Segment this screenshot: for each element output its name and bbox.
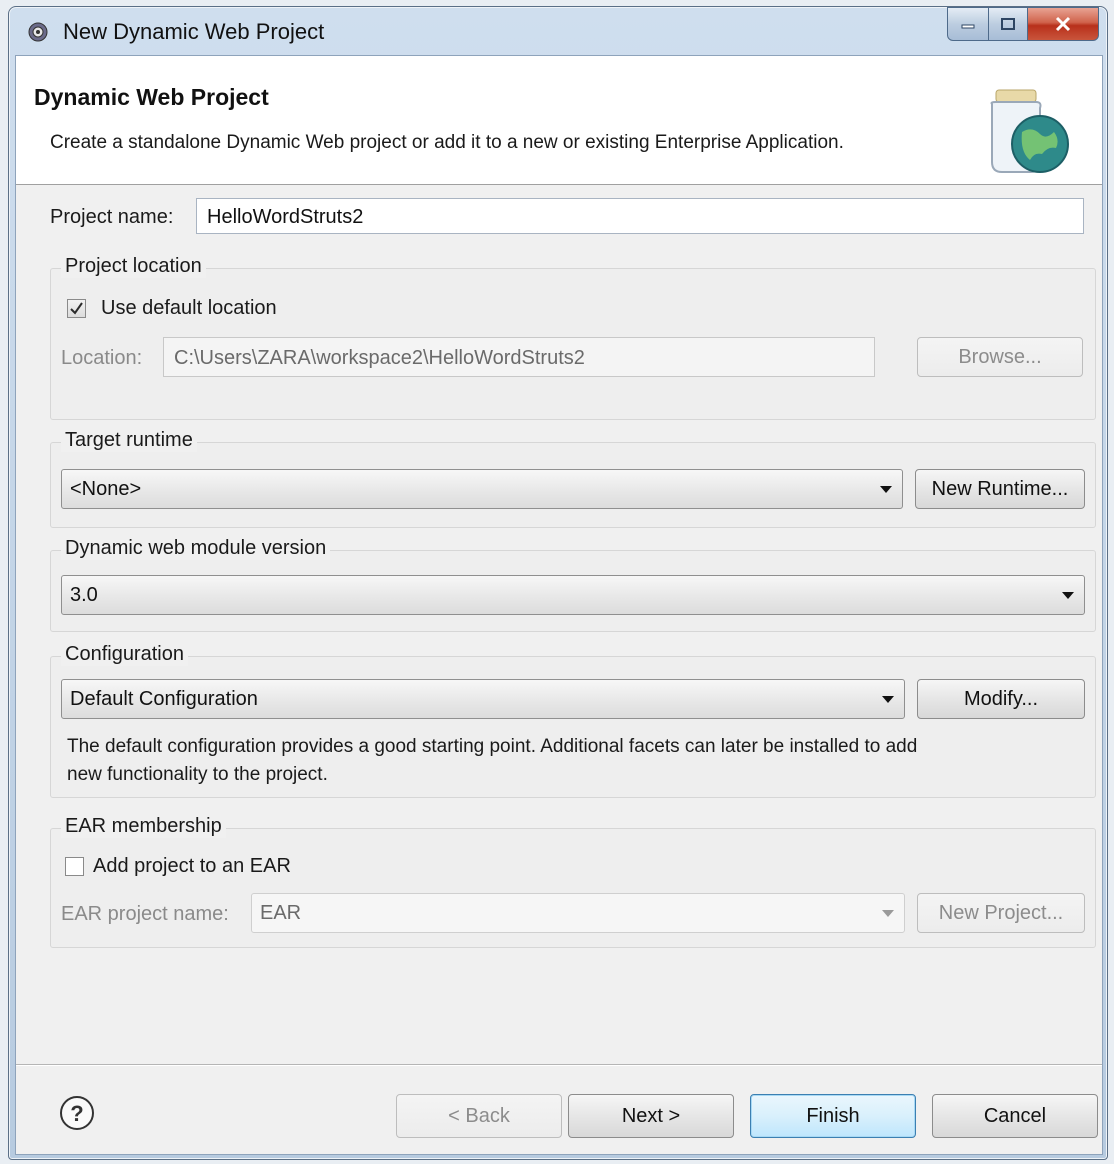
target-runtime-select[interactable]: <None> (61, 469, 903, 509)
project-location-title: Project location (61, 255, 206, 278)
minimize-icon (961, 24, 975, 29)
target-runtime-group: Target runtime <None> New Runtime... (50, 429, 1096, 528)
chevron-down-icon (882, 696, 894, 703)
browse-button[interactable]: Browse... (917, 337, 1083, 377)
add-to-ear-label[interactable]: Add project to an EAR (93, 855, 291, 878)
ear-project-name-select[interactable]: EAR (251, 893, 905, 933)
ear-membership-title: EAR membership (61, 815, 226, 838)
configuration-description-line2: new functionality to the project. (67, 764, 328, 785)
window-title: New Dynamic Web Project (63, 19, 325, 44)
module-version-value: 3.0 (70, 584, 98, 606)
modify-button[interactable]: Modify... (917, 679, 1085, 719)
dialog-client-area: Dynamic Web Project Create a standalone … (15, 55, 1103, 1155)
project-name-input[interactable]: HelloWordStruts2 (196, 198, 1084, 234)
project-name-label: Project name: (50, 206, 174, 228)
close-icon (1055, 16, 1071, 32)
ear-project-name-value: EAR (260, 902, 302, 924)
help-glyph: ? (70, 1101, 83, 1126)
caption-buttons (947, 7, 1099, 41)
configuration-group: Configuration Default Configuration Modi… (50, 643, 1096, 798)
banner-description: Create a standalone Dynamic Web project … (50, 132, 844, 153)
dialog-window: New Dynamic Web Project Dynamic Web Proj… (8, 6, 1108, 1160)
help-circle-icon[interactable]: ? (58, 1094, 96, 1132)
next-button[interactable]: Next > (568, 1094, 734, 1138)
close-button[interactable] (1028, 7, 1099, 41)
project-location-group: Project location Use default location Lo… (50, 255, 1096, 420)
cancel-button[interactable]: Cancel (932, 1094, 1098, 1138)
new-runtime-button[interactable]: New Runtime... (915, 469, 1085, 509)
web-project-jar-globe-icon (990, 89, 1069, 173)
chevron-down-icon (1062, 592, 1074, 599)
footer-separator-highlight (16, 1065, 1102, 1066)
configuration-description-line1: The default configuration provides a goo… (67, 736, 918, 757)
eclipse-gear-icon (28, 22, 48, 42)
maximize-icon (1001, 18, 1015, 30)
use-default-location-checkbox[interactable] (67, 299, 86, 318)
ear-project-name-label: EAR project name: (61, 903, 229, 925)
maximize-button[interactable] (989, 7, 1028, 41)
new-ear-project-button[interactable]: New Project... (917, 893, 1085, 933)
wizard-banner: Dynamic Web Project Create a standalone … (16, 56, 1102, 185)
module-version-title: Dynamic web module version (61, 537, 331, 560)
module-version-group: Dynamic web module version 3.0 (50, 537, 1096, 632)
add-to-ear-checkbox[interactable] (65, 857, 84, 876)
target-runtime-value: <None> (70, 478, 142, 500)
module-version-select[interactable]: 3.0 (61, 575, 1085, 615)
chevron-down-icon (880, 486, 892, 493)
configuration-value: Default Configuration (70, 688, 258, 710)
checkmark-icon (70, 302, 83, 315)
title-bar[interactable]: New Dynamic Web Project (9, 7, 1107, 55)
ear-membership-group: EAR membership Add project to an EAR EAR… (50, 815, 1096, 948)
use-default-location-label[interactable]: Use default location (101, 297, 277, 320)
configuration-title: Configuration (61, 643, 188, 666)
back-button[interactable]: < Back (396, 1094, 562, 1138)
minimize-button[interactable] (947, 7, 989, 41)
location-label: Location: (61, 347, 143, 369)
chevron-down-icon (882, 910, 894, 917)
configuration-select[interactable]: Default Configuration (61, 679, 905, 719)
target-runtime-title: Target runtime (61, 429, 197, 452)
banner-title: Dynamic Web Project (34, 84, 269, 110)
location-input[interactable]: C:\Users\ZARA\workspace2\HelloWordStruts… (163, 337, 875, 377)
finish-button[interactable]: Finish (750, 1094, 916, 1138)
